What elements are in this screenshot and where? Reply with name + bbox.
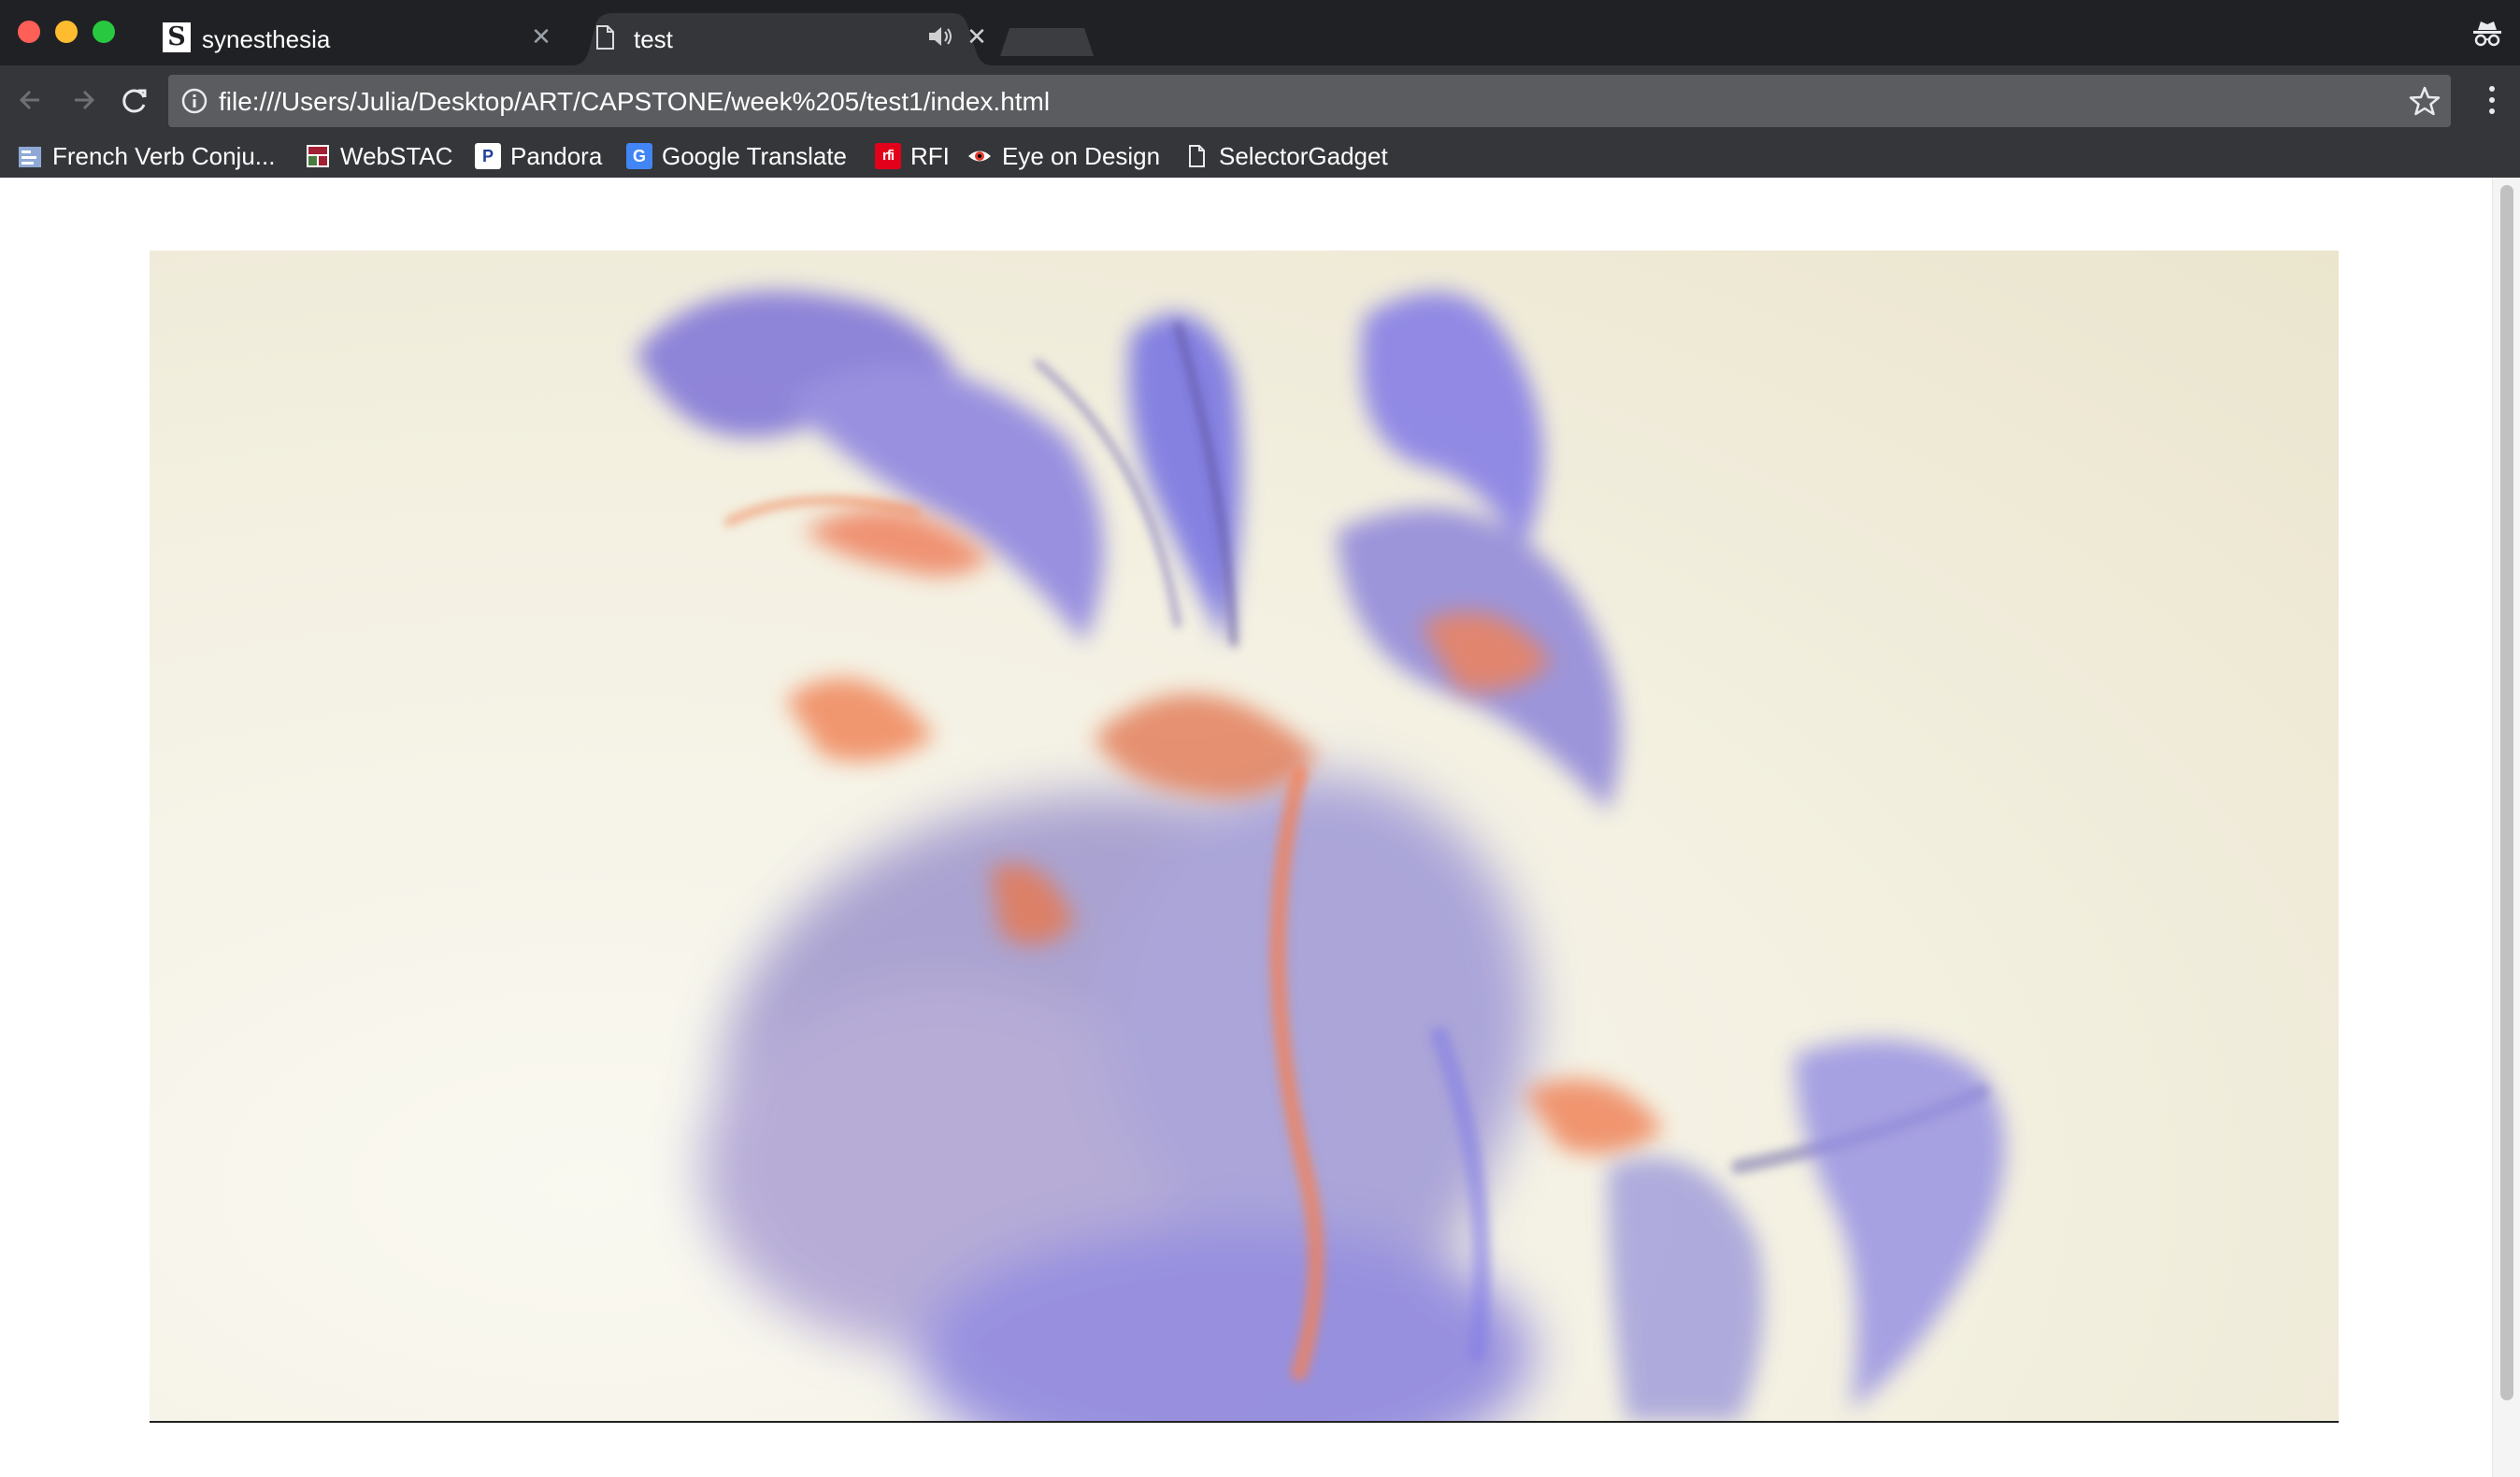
bookmark-label: RFI bbox=[910, 141, 950, 170]
scrollbar[interactable] bbox=[2492, 178, 2520, 1477]
page-icon bbox=[596, 25, 614, 50]
info-icon[interactable] bbox=[179, 86, 209, 116]
bookmark-label: French Verb Conju... bbox=[52, 141, 276, 170]
url-text[interactable]: file:///Users/Julia/Desktop/ART/CAPSTONE… bbox=[219, 87, 1050, 117]
toolbar: file:///Users/Julia/Desktop/ART/CAPSTONE… bbox=[0, 65, 2520, 135]
speaker-icon[interactable] bbox=[925, 22, 955, 50]
bookmark-label: WebSTAC bbox=[340, 141, 453, 170]
bookmark-eye-on-design[interactable]: Eye on Design bbox=[966, 138, 1160, 174]
video-bottom-border bbox=[150, 1421, 2339, 1423]
address-bar[interactable]: file:///Users/Julia/Desktop/ART/CAPSTONE… bbox=[168, 75, 2451, 127]
bookmark-label: Google Translate bbox=[662, 141, 848, 170]
bookmark-pandora[interactable]: P Pandora bbox=[475, 138, 602, 174]
bookmark-label: Pandora bbox=[510, 141, 603, 170]
pandora-icon: P bbox=[475, 143, 501, 169]
tab-title: synesthesia bbox=[202, 25, 331, 53]
close-icon[interactable]: ✕ bbox=[527, 22, 555, 50]
rfi-icon: rfi bbox=[875, 143, 901, 169]
bookmark-google-translate[interactable]: G Google Translate bbox=[626, 138, 847, 174]
french-verb-icon bbox=[19, 147, 41, 167]
bookmark-rfi[interactable]: rfi RFI bbox=[875, 138, 950, 174]
reload-icon[interactable] bbox=[115, 80, 154, 120]
new-tab-button[interactable] bbox=[1000, 28, 1094, 56]
tab-synesthesia[interactable]: S synesthesia ✕ bbox=[140, 13, 572, 65]
tab-title: test bbox=[634, 25, 673, 53]
bookmark-star-icon[interactable] bbox=[2408, 84, 2441, 118]
tab-strip: S synesthesia ✕ test ✕ bbox=[0, 0, 2520, 65]
ink-in-water-frame bbox=[150, 251, 2339, 1421]
tab-test[interactable]: test ✕ bbox=[572, 13, 993, 65]
page-icon bbox=[1189, 145, 1205, 167]
back-arrow-icon[interactable] bbox=[11, 80, 50, 120]
window-close-button[interactable] bbox=[18, 21, 40, 43]
forward-arrow-icon[interactable] bbox=[64, 80, 103, 120]
incognito-icon[interactable] bbox=[2471, 19, 2503, 49]
scrollbar-thumb[interactable] bbox=[2500, 185, 2513, 1400]
eye-icon bbox=[968, 151, 991, 162]
bookmarks-bar: French Verb Conju... WebSTAC P Pandora G… bbox=[0, 135, 2520, 178]
site-s-icon: S bbox=[163, 22, 191, 52]
bookmark-selectorgadget[interactable]: SelectorGadget bbox=[1183, 138, 1388, 174]
bookmark-french-verb[interactable]: French Verb Conju... bbox=[17, 138, 275, 174]
bookmark-label: Eye on Design bbox=[1002, 141, 1161, 170]
new-tab-icon bbox=[1000, 28, 1094, 56]
window-zoom-button[interactable] bbox=[93, 21, 115, 43]
bookmark-label: SelectorGadget bbox=[1219, 141, 1388, 170]
more-menu-icon[interactable] bbox=[2486, 80, 2498, 120]
close-icon[interactable]: ✕ bbox=[963, 22, 991, 50]
video-player[interactable] bbox=[150, 251, 2339, 1421]
window-minimize-button[interactable] bbox=[55, 21, 78, 43]
page-viewport bbox=[0, 178, 2520, 1477]
google-translate-icon: G bbox=[626, 143, 652, 169]
bookmark-webstac[interactable]: WebSTAC bbox=[305, 138, 452, 174]
webstac-icon bbox=[307, 145, 329, 167]
